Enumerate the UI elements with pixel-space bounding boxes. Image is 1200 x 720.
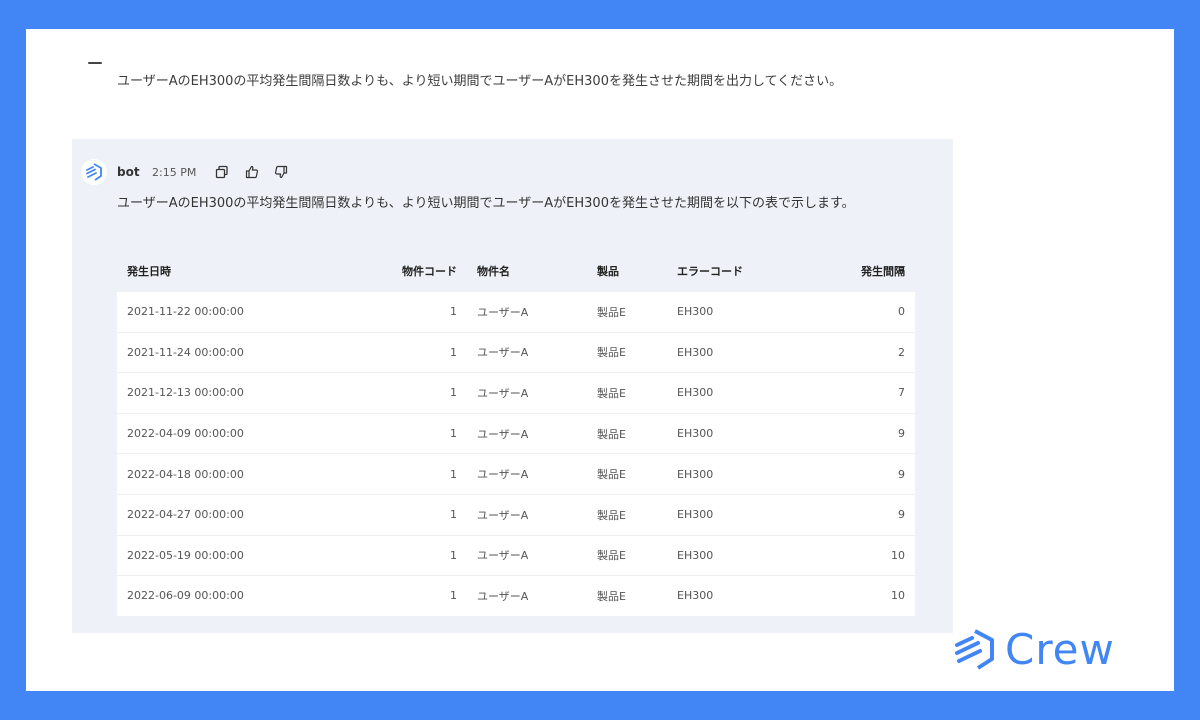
cell-interval: 2 [787,331,915,373]
table-row: 2022-04-09 00:00:00 1 ユーザーA 製品E EH300 9 [117,412,915,454]
column-header-error-code: エラーコード [667,250,787,292]
cell-error-code: EH300 [667,412,787,454]
cell-product: 製品E [587,331,667,373]
crew-bot-logo-icon [86,163,102,181]
cell-datetime: 2022-04-09 00:00:00 [117,412,347,454]
cell-product: 製品E [587,372,667,414]
cell-interval: 10 [787,534,915,576]
column-header-datetime: 発生日時 [117,250,347,292]
cell-property-name: ユーザーA [467,331,587,373]
cell-property-name: ユーザーA [467,372,587,414]
cell-product: 製品E [587,534,667,576]
cell-property-code: 1 [347,291,467,333]
thumbs-up-icon[interactable] [244,164,260,180]
table-row: 2022-05-19 00:00:00 1 ユーザーA 製品E EH300 10 [117,534,915,576]
crew-logo-text: Crew [1005,625,1115,674]
cell-error-code: EH300 [667,575,787,616]
bot-avatar [81,159,107,185]
cell-property-name: ユーザーA [467,291,587,333]
table-row: 2022-06-09 00:00:00 1 ユーザーA 製品E EH300 10 [117,575,915,616]
cell-interval: 0 [787,291,915,333]
cell-interval: 9 [787,412,915,454]
cell-error-code: EH300 [667,331,787,373]
cell-error-code: EH300 [667,291,787,333]
cell-interval: 9 [787,453,915,495]
cell-property-name: ユーザーA [467,453,587,495]
table-row: 2022-04-18 00:00:00 1 ユーザーA 製品E EH300 9 [117,453,915,495]
column-header-property-code: 物件コード [347,250,467,292]
bot-name: bot [117,165,140,179]
cell-interval: 7 [787,372,915,414]
cell-datetime: 2022-05-19 00:00:00 [117,534,347,576]
cell-interval: 10 [787,575,915,616]
cell-property-code: 1 [347,372,467,414]
cell-property-code: 1 [347,493,467,536]
table-row: 2022-04-27 00:00:00 1 ユーザーA 製品E EH300 9 [117,493,915,536]
user-message: ユーザーAのEH300の平均発生間隔日数よりも、より短い期間でユーザーAがEH3… [117,74,843,89]
cell-error-code: EH300 [667,372,787,414]
user-avatar [88,62,102,64]
table-header-row: 発生日時 物件コード 物件名 製品 エラーコード 発生間隔 [117,250,915,292]
cell-property-code: 1 [347,412,467,454]
cell-product: 製品E [587,575,667,616]
cell-property-code: 1 [347,453,467,495]
table-row: 2021-12-13 00:00:00 1 ユーザーA 製品E EH300 7 [117,372,915,414]
cell-property-name: ユーザーA [467,575,587,616]
cell-product: 製品E [587,493,667,536]
cell-datetime: 2021-12-13 00:00:00 [117,372,347,414]
cell-error-code: EH300 [667,493,787,536]
table-row: 2021-11-22 00:00:00 1 ユーザーA 製品E EH300 0 [117,291,915,333]
crew-logo: Crew [951,625,1115,674]
cell-datetime: 2021-11-24 00:00:00 [117,331,347,373]
cell-property-name: ユーザーA [467,412,587,454]
column-header-property-name: 物件名 [467,250,587,292]
chat-card: ユーザーAのEH300の平均発生間隔日数よりも、より短い期間でユーザーAがEH3… [26,29,1174,691]
cell-datetime: 2022-04-18 00:00:00 [117,453,347,495]
cell-property-code: 1 [347,331,467,373]
cell-property-code: 1 [347,575,467,616]
table-row: 2021-11-24 00:00:00 1 ユーザーA 製品E EH300 2 [117,331,915,373]
cell-datetime: 2022-04-27 00:00:00 [117,493,347,536]
copy-icon[interactable] [214,164,230,180]
cell-property-name: ユーザーA [467,493,587,536]
cell-datetime: 2021-11-22 00:00:00 [117,291,347,333]
cell-product: 製品E [587,453,667,495]
thumbs-down-icon[interactable] [273,164,289,180]
cell-product: 製品E [587,291,667,333]
column-header-product: 製品 [587,250,667,292]
message-timestamp: 2:15 PM [152,166,197,179]
bot-message-text: ユーザーAのEH300の平均発生間隔日数よりも、より短い期間でユーザーAがEH3… [117,196,855,211]
cell-interval: 9 [787,493,915,536]
cell-error-code: EH300 [667,453,787,495]
cell-error-code: EH300 [667,534,787,576]
cell-product: 製品E [587,412,667,454]
cell-property-code: 1 [347,534,467,576]
column-header-interval: 発生間隔 [787,250,915,292]
cell-property-name: ユーザーA [467,534,587,576]
cell-datetime: 2022-06-09 00:00:00 [117,575,347,616]
crew-logo-icon [955,628,994,670]
bot-message-panel: bot 2:15 PM ユーザーAのEH300の平均発生間隔日数よりも、より短い… [72,139,953,633]
result-table: 発生日時 物件コード 物件名 製品 エラーコード 発生間隔 2021-11-22… [117,250,915,616]
